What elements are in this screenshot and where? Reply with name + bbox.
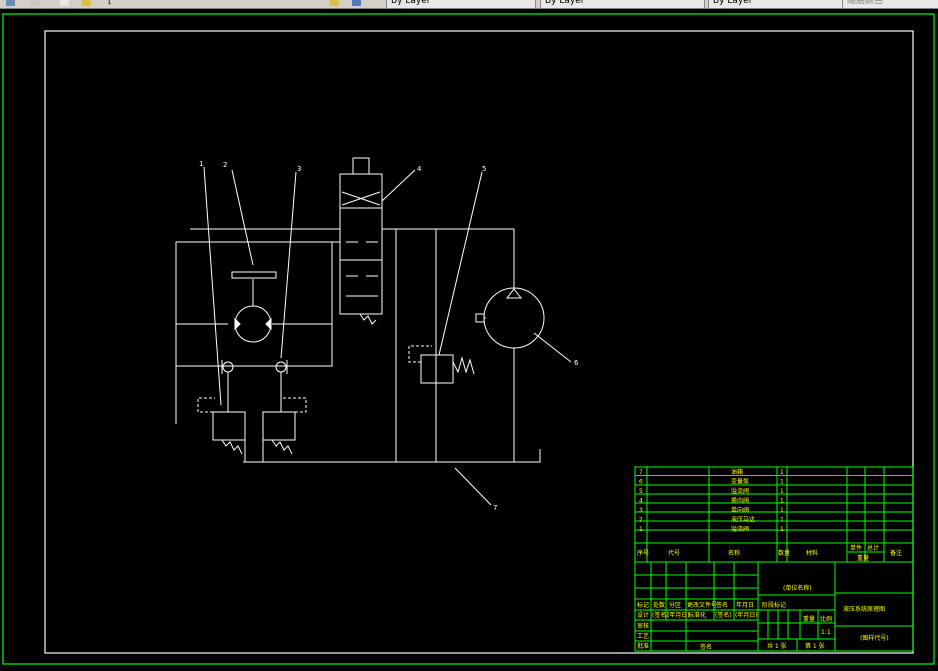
- sign-r1-1: 处数: [653, 601, 665, 609]
- sign-r1-0: 标记: [637, 601, 649, 609]
- tank-line: [243, 449, 541, 463]
- parts-row-qty: 1: [780, 488, 784, 495]
- parts-row-name: 换向阀: [731, 497, 749, 505]
- parts-row-no: 3: [639, 507, 643, 514]
- folder-icon[interactable]: [82, 0, 91, 6]
- parts-row-no: 4: [639, 498, 643, 505]
- balloon-3: 3: [297, 165, 301, 173]
- pump-arrow: [505, 288, 523, 299]
- parts-row-name: 油箱: [731, 468, 743, 476]
- parts-row-qty: 1: [780, 526, 784, 533]
- drawing-frame: [44, 30, 914, 654]
- sign-r2-3: 标准化: [688, 611, 706, 619]
- sign-r1-2: 分区: [669, 601, 681, 609]
- lineweight-dropdown[interactable]: By Layer: [708, 0, 843, 8]
- relief-valve-3: [262, 411, 296, 441]
- stage-label: 阶段标记: [762, 601, 786, 609]
- parts-row-qty: 1: [780, 498, 784, 505]
- motor-arrow-left: [234, 317, 241, 331]
- layer-props-icon[interactable]: [352, 0, 361, 6]
- sign-approve: 签名: [700, 643, 712, 651]
- valve-solenoid: [352, 157, 370, 175]
- scale-label: 比例: [820, 615, 832, 623]
- drawing-title: 液压系统原理图: [843, 605, 885, 613]
- toolbar-icon-3[interactable]: [60, 0, 69, 6]
- parts-row-name: 溢流阀: [731, 525, 749, 533]
- hdr-material: 材料: [806, 549, 818, 557]
- balloon-5: 5: [482, 165, 486, 173]
- sign-r2-2: (年月日): [667, 611, 690, 619]
- sign-r2-0: 设计: [637, 611, 649, 619]
- directional-valve: [339, 173, 383, 315]
- parts-row-name: 液压马达: [731, 516, 755, 524]
- role-approve: 批准: [637, 642, 649, 650]
- sign-r1-4: 签名: [716, 601, 728, 609]
- sheets-total: 共 1 张: [767, 642, 787, 650]
- parts-row-name: 溢流阀: [731, 487, 749, 495]
- role-process: 工艺: [637, 632, 649, 640]
- drawing-code: (图样代号): [860, 634, 889, 642]
- balloon-1: 1: [199, 160, 203, 168]
- parts-row-qty: 1: [780, 469, 784, 476]
- parts-row-qty: 1: [780, 479, 784, 486]
- parts-row-name: 单向阀: [731, 506, 749, 514]
- weight-label: 重量: [803, 615, 815, 623]
- color-dropdown[interactable]: By Layer: [386, 0, 536, 8]
- hdr-no: 序号: [637, 549, 649, 557]
- layer-icon[interactable]: [330, 0, 339, 6]
- variable-pump: [483, 287, 545, 349]
- hdr-qty: 数量: [778, 549, 790, 557]
- sign-r1-3: 更改文件号: [687, 601, 717, 609]
- sign-r1-5: 年月日: [736, 601, 754, 609]
- relief-valve-1: [212, 411, 246, 441]
- hdr-code: 代号: [668, 549, 680, 557]
- motor-load: [231, 271, 277, 279]
- parts-row-qty: 1: [780, 507, 784, 514]
- parts-row-no: 7: [639, 469, 643, 476]
- hydraulic-schematic: [175, 157, 545, 463]
- hdr-unit: 单件: [850, 544, 862, 552]
- motor-loop: [176, 241, 333, 367]
- sheet-number: 第 1 张: [805, 642, 825, 650]
- check-valve-right: [275, 361, 287, 373]
- check-valve-left: [222, 361, 234, 373]
- plotstyle-dropdown[interactable]: 随层颜色: [842, 0, 938, 8]
- parts-row-no: 1: [639, 526, 643, 533]
- parts-row-qty: 1: [780, 517, 784, 524]
- sign-r2-5: (年月日): [735, 611, 758, 619]
- parts-row-no: 6: [639, 479, 643, 486]
- role-review: 审核: [637, 622, 649, 630]
- unit-name: (单位名称): [783, 584, 812, 592]
- motor-arrow-right: [265, 317, 272, 331]
- parts-list-text: 7 油箱 1 6 变量泵 1 5 溢流阀 1 4 换向阀 1 3 单向阀 1 2 液压马达 1 1 溢流阀 1 序号 代…: [637, 468, 902, 562]
- balloon-2: 2: [223, 161, 227, 169]
- outer-border: [2, 13, 935, 665]
- hdr-weight: 重量: [857, 554, 869, 562]
- leader-lines: [203, 166, 572, 506]
- toolbar-icon-1[interactable]: [6, 0, 15, 6]
- parts-row-name: 变量泵: [731, 478, 749, 486]
- toolbar-bracket: [: [108, 0, 112, 6]
- drawing-canvas: 1 2 3 4 5 6 7 7 油箱 1 6 变量泵 1 5 溢流阀 1 4 换向阀 1 3 单向阀 1 2 液…: [2, 13, 935, 665]
- scale-value: 1:1: [821, 629, 831, 636]
- balloon-labels: 1 2 3 4 5 6 7: [199, 160, 579, 512]
- balloon-4: 4: [417, 165, 422, 173]
- balloon-6: 6: [574, 359, 579, 367]
- parts-row-no: 2: [639, 517, 643, 524]
- pump-line: [382, 228, 515, 290]
- balloon-7: 7: [493, 504, 497, 512]
- relief-valve-5: [420, 354, 454, 384]
- cad-toolbar: [ By Layer By Layer By Layer 随层颜色: [0, 0, 938, 9]
- toolbar-icon-2[interactable]: [30, 0, 39, 6]
- hdr-total: 总计: [867, 544, 879, 552]
- linetype-dropdown[interactable]: By Layer: [540, 0, 705, 8]
- parts-row-no: 5: [639, 488, 643, 495]
- hdr-name: 名称: [728, 549, 740, 557]
- sign-r2-4: (签名): [715, 611, 732, 619]
- hdr-remark: 备注: [890, 549, 902, 557]
